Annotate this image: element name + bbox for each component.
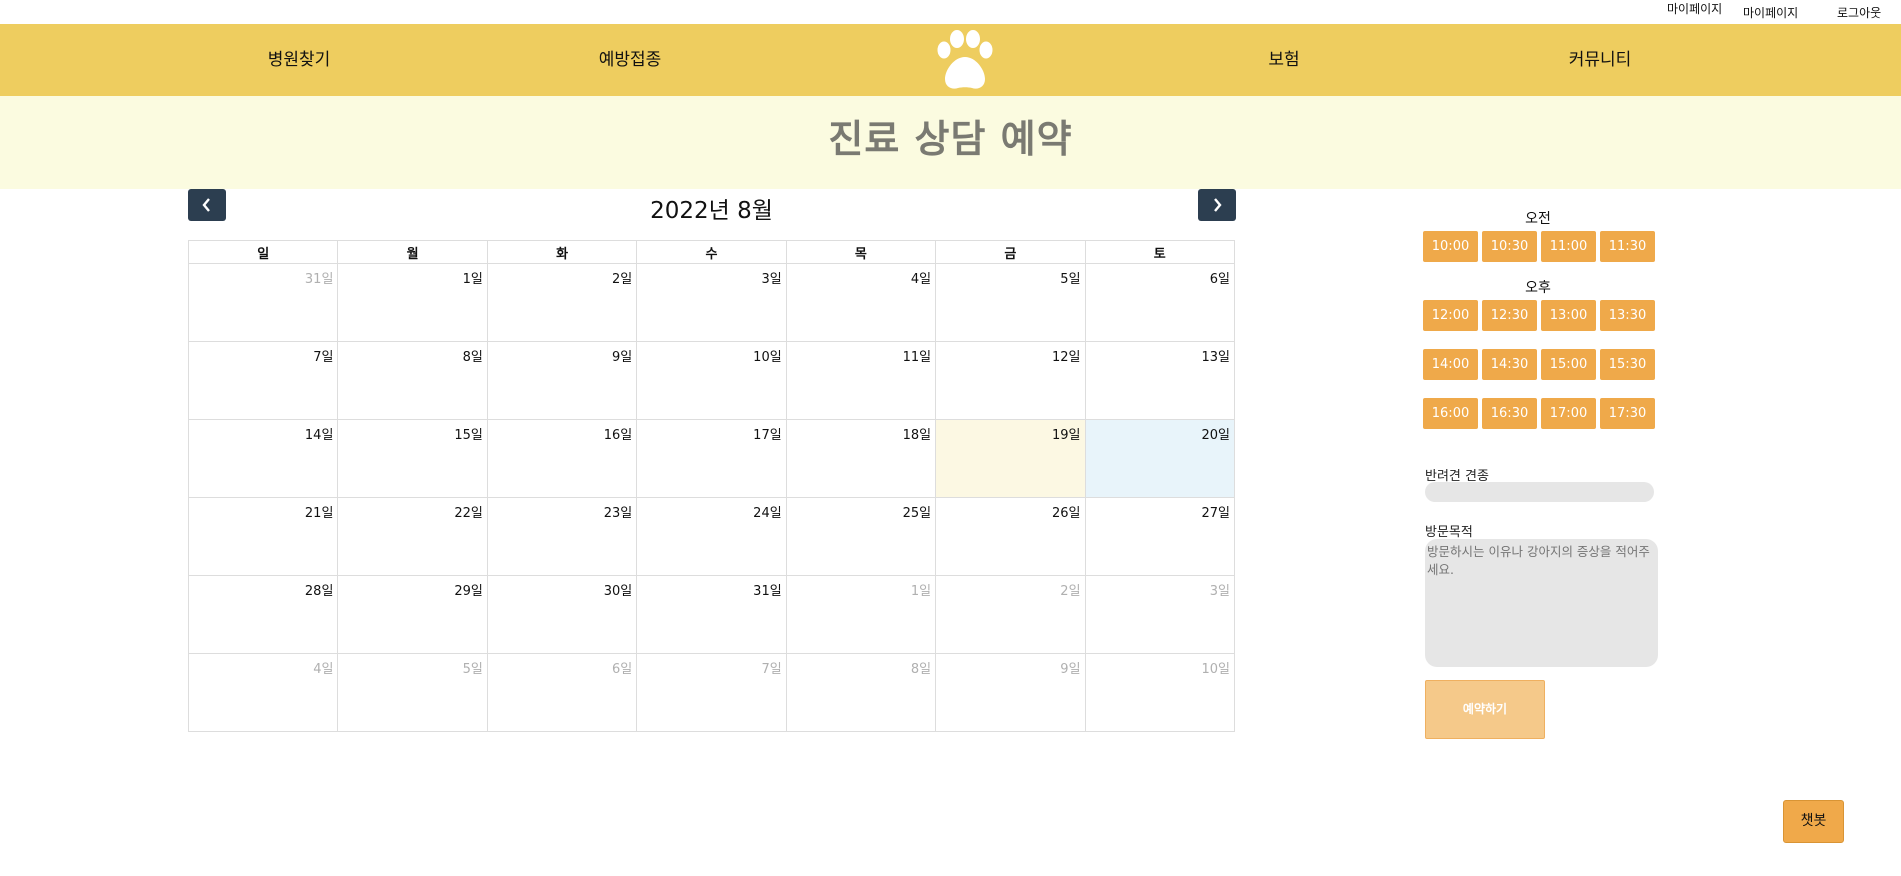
weekday-tue: 화 xyxy=(486,240,638,264)
calendar-day-cell[interactable]: 17일 xyxy=(636,419,787,498)
time-slot-button[interactable]: 17:30 xyxy=(1600,398,1655,429)
purpose-label: 방문목적 xyxy=(1425,525,1473,540)
next-month-button[interactable] xyxy=(1198,189,1236,221)
calendar-day-cell[interactable]: 21일 xyxy=(187,497,339,576)
page-title: 진료 상담 예약 xyxy=(828,117,1073,161)
page-banner: 진료 상담 예약 xyxy=(0,96,1901,189)
calendar-day-cell[interactable]: 24일 xyxy=(636,497,787,576)
calendar-day-cell[interactable]: 31일 xyxy=(187,263,339,342)
calendar-month-title: 2022년 8월 xyxy=(650,198,773,224)
calendar-day-cell[interactable]: 31일 xyxy=(636,575,787,654)
calendar-day-cell[interactable]: 8일 xyxy=(785,653,937,732)
time-slot-button[interactable]: 13:30 xyxy=(1600,300,1655,331)
calendar-week-row: 7일 8일 9일 10일 11일 12일 13일 xyxy=(187,341,1236,420)
calendar-day-cell[interactable]: 3일 xyxy=(1084,575,1236,654)
time-slot-button[interactable]: 11:30 xyxy=(1600,231,1655,262)
calendar-week-row: 31일 1일 2일 3일 4일 5일 6일 xyxy=(187,263,1236,342)
calendar-day-cell[interactable]: 7일 xyxy=(187,341,339,420)
calendar-day-cell[interactable]: 26일 xyxy=(935,497,1086,576)
calendar-day-cell[interactable]: 14일 xyxy=(187,419,339,498)
chatbot-button[interactable]: 챗봇 xyxy=(1783,800,1844,843)
calendar-week-row: 4일 5일 6일 7일 8일 9일 10일 xyxy=(187,653,1236,732)
time-slot-button[interactable]: 17:00 xyxy=(1541,398,1596,429)
calendar-day-cell[interactable]: 1일 xyxy=(337,263,488,342)
time-slot-button[interactable]: 16:00 xyxy=(1423,398,1478,429)
logout-link[interactable]: 로그아웃 xyxy=(1837,4,1881,21)
calendar-day-cell[interactable]: 11일 xyxy=(785,341,937,420)
paw-icon[interactable] xyxy=(930,30,1000,94)
calendar-day-cell[interactable]: 13일 xyxy=(1084,341,1236,420)
calendar-day-cell[interactable]: 10일 xyxy=(636,341,787,420)
nav-hospital-search[interactable]: 병원찾기 xyxy=(268,24,331,96)
pm-label: 오후 xyxy=(1525,280,1551,296)
main-navbar: 병원찾기 예방접종 보험 커뮤니티 xyxy=(0,24,1901,96)
time-slot-button[interactable]: 15:30 xyxy=(1600,349,1655,380)
calendar-day-cell[interactable]: 9일 xyxy=(935,653,1086,732)
weekday-sun: 일 xyxy=(187,240,339,264)
calendar-day-cell[interactable]: 25일 xyxy=(785,497,937,576)
weekday-thu: 목 xyxy=(785,240,937,264)
breed-input[interactable] xyxy=(1425,482,1654,502)
nav-insurance[interactable]: 보험 xyxy=(1268,24,1299,96)
calendar-day-cell[interactable]: 16일 xyxy=(486,419,638,498)
time-slot-button[interactable]: 14:00 xyxy=(1423,349,1478,380)
chevron-left-icon xyxy=(202,198,210,212)
calendar-week-row: 28일 29일 30일 31일 1일 2일 3일 xyxy=(187,575,1236,654)
calendar-day-cell[interactable]: 15일 xyxy=(337,419,488,498)
prev-month-button[interactable] xyxy=(188,189,226,221)
calendar-day-cell[interactable]: 18일 xyxy=(785,419,937,498)
time-slot-button[interactable]: 15:00 xyxy=(1541,349,1596,380)
calendar-day-cell[interactable]: 20일 xyxy=(1084,419,1236,498)
time-slot-button[interactable]: 11:00 xyxy=(1541,231,1596,262)
chevron-right-icon xyxy=(1214,198,1222,212)
calendar-day-cell[interactable]: 28일 xyxy=(187,575,339,654)
time-slot-button[interactable]: 14:30 xyxy=(1482,349,1537,380)
calendar-header: 2022년 8월 xyxy=(188,189,1236,224)
mypage-link-top[interactable]: 마이페이지 xyxy=(1667,0,1722,17)
calendar-day-cell[interactable]: 1일 xyxy=(785,575,937,654)
calendar-day-cell[interactable]: 4일 xyxy=(785,263,937,342)
top-links: 마이페이지 마이페이지 로그아웃 xyxy=(0,0,1901,24)
calendar-day-cell[interactable]: 6일 xyxy=(1084,263,1236,342)
nav-vaccination[interactable]: 예방접종 xyxy=(599,24,662,96)
time-slot-button[interactable]: 10:30 xyxy=(1482,231,1537,262)
calendar-day-cell[interactable]: 6일 xyxy=(486,653,638,732)
calendar-day-cell[interactable]: 19일 xyxy=(935,419,1086,498)
calendar-day-cell[interactable]: 23일 xyxy=(486,497,638,576)
calendar-day-cell[interactable]: 5일 xyxy=(935,263,1086,342)
calendar-day-cell[interactable]: 9일 xyxy=(486,341,638,420)
weekday-sat: 토 xyxy=(1084,240,1236,264)
calendar-day-cell[interactable]: 8일 xyxy=(337,341,488,420)
calendar-day-cell[interactable]: 12일 xyxy=(935,341,1086,420)
calendar-day-cell[interactable]: 22일 xyxy=(337,497,488,576)
calendar-grid: 일 월 화 수 목 금 토 31일 1일 2일 3일 4일 5일 6일 7일 8일 9일 10일 11… xyxy=(187,240,1236,732)
purpose-textarea[interactable] xyxy=(1425,539,1658,667)
time-slot-button[interactable]: 13:00 xyxy=(1541,300,1596,331)
calendar-week-row: 21일 22일 23일 24일 25일 26일 27일 xyxy=(187,497,1236,576)
time-slot-button[interactable]: 12:00 xyxy=(1423,300,1478,331)
calendar-day-cell[interactable]: 10일 xyxy=(1084,653,1236,732)
time-slot-button[interactable]: 16:30 xyxy=(1482,398,1537,429)
calendar-day-cell[interactable]: 3일 xyxy=(636,263,787,342)
weekday-fri: 금 xyxy=(935,240,1086,264)
am-label: 오전 xyxy=(1525,211,1551,227)
weekday-wed: 수 xyxy=(636,240,787,264)
mypage-link[interactable]: 마이페이지 xyxy=(1743,4,1798,21)
reserve-button[interactable]: 예약하기 xyxy=(1425,680,1545,739)
time-slot-button[interactable]: 10:00 xyxy=(1423,231,1478,262)
weekday-header-row: 일 월 화 수 목 금 토 xyxy=(187,240,1236,264)
calendar-day-cell[interactable]: 2일 xyxy=(935,575,1086,654)
nav-community[interactable]: 커뮤니티 xyxy=(1569,24,1632,96)
time-slot-button[interactable]: 12:30 xyxy=(1482,300,1537,331)
calendar-day-cell[interactable]: 27일 xyxy=(1084,497,1236,576)
calendar-day-cell[interactable]: 7일 xyxy=(636,653,787,732)
weekday-mon: 월 xyxy=(337,240,488,264)
calendar-day-cell[interactable]: 2일 xyxy=(486,263,638,342)
calendar-day-cell[interactable]: 30일 xyxy=(486,575,638,654)
calendar-week-row: 14일 15일 16일 17일 18일 19일 20일 xyxy=(187,419,1236,498)
calendar-day-cell[interactable]: 4일 xyxy=(187,653,339,732)
calendar-day-cell[interactable]: 29일 xyxy=(337,575,488,654)
calendar-day-cell[interactable]: 5일 xyxy=(337,653,488,732)
